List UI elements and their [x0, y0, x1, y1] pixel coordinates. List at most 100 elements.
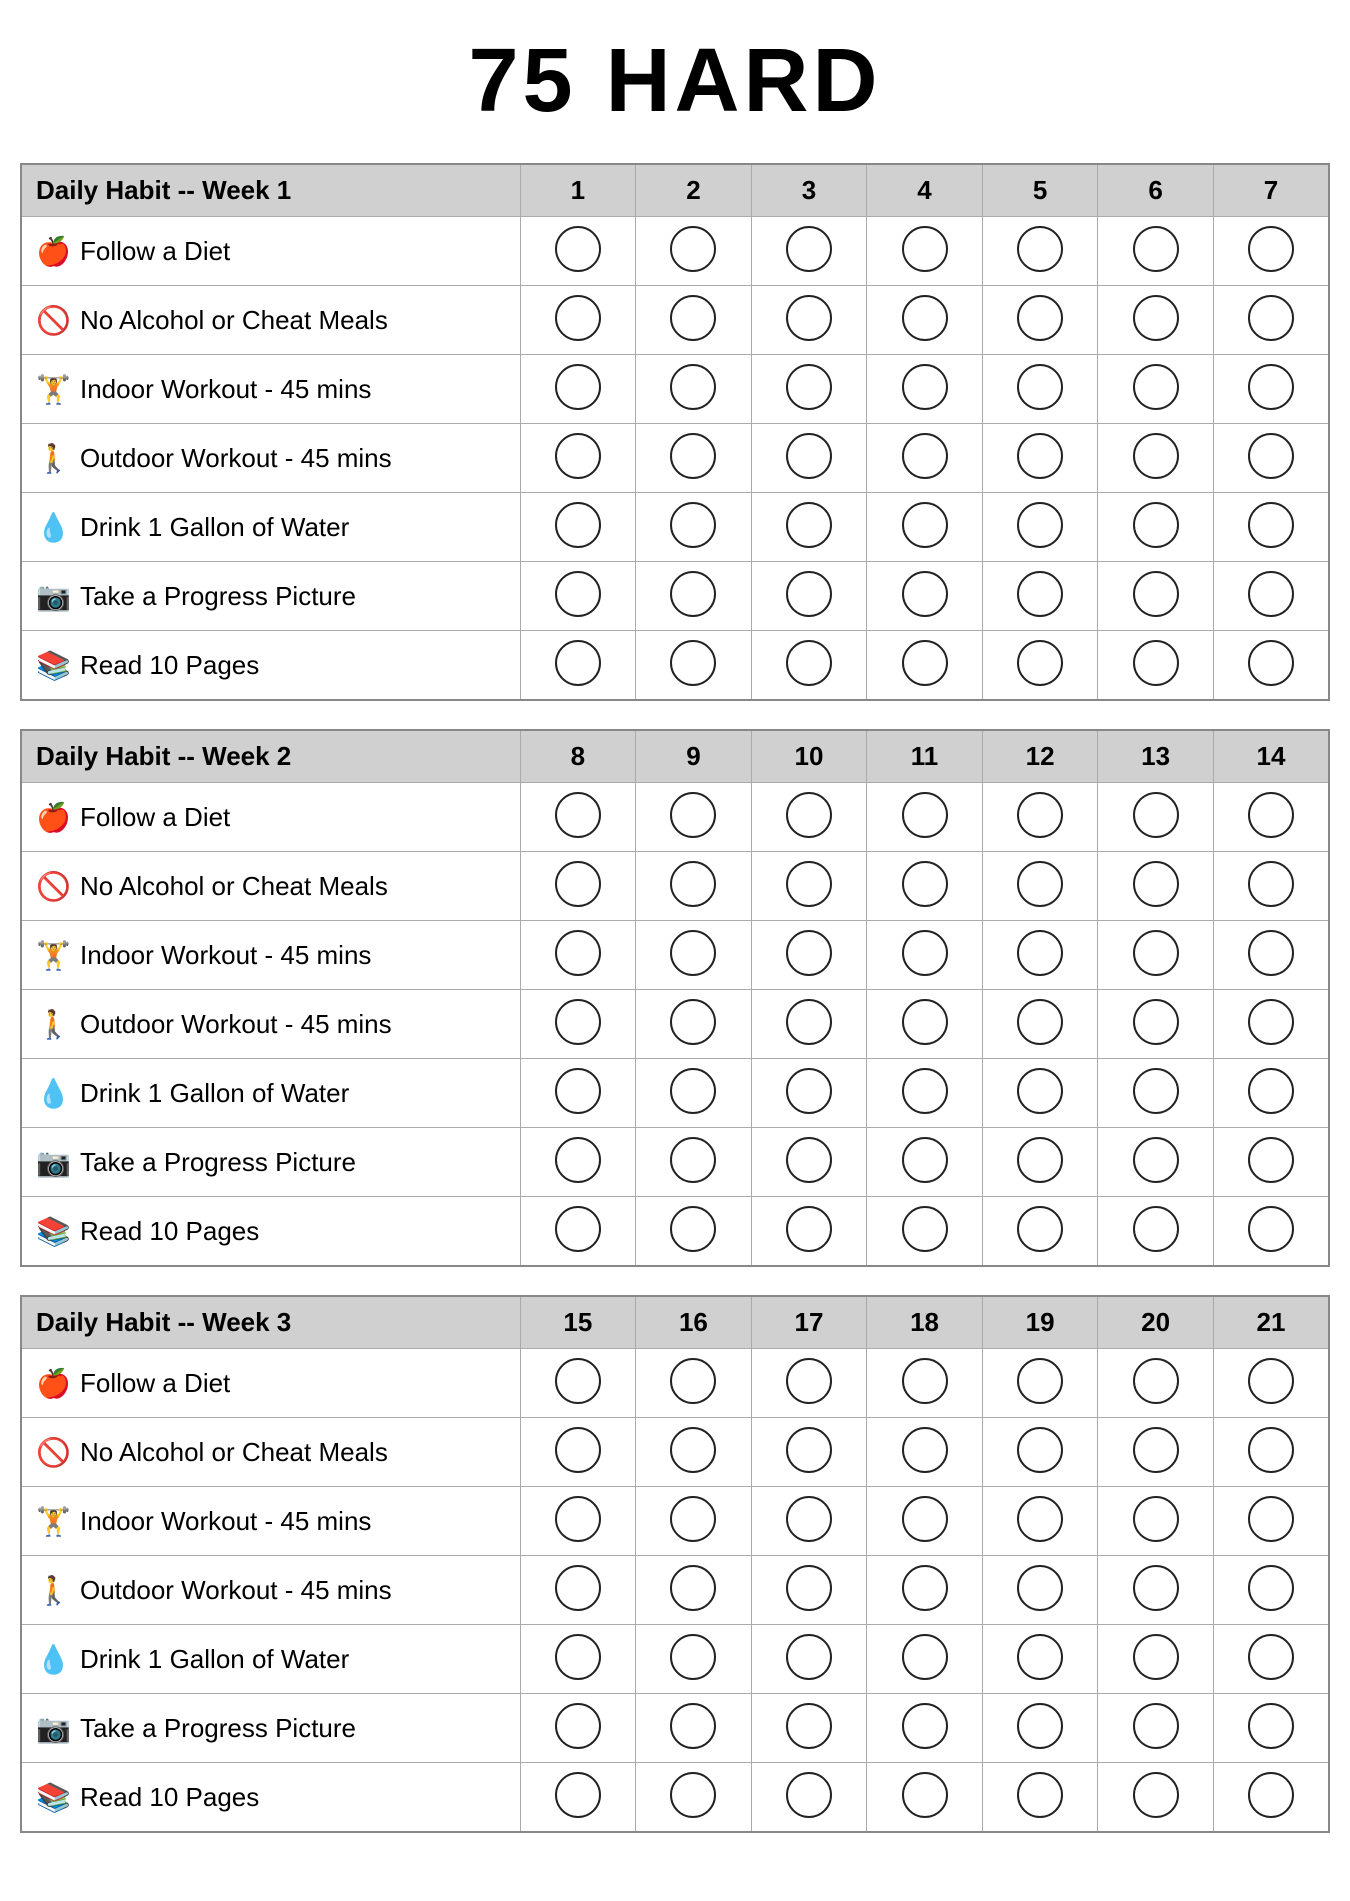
- check-week1-day3-habit4[interactable]: [751, 424, 867, 493]
- checkbox-circle[interactable]: [1017, 1565, 1063, 1611]
- checkbox-circle[interactable]: [1133, 295, 1179, 341]
- check-week2-day11-habit3[interactable]: [867, 921, 983, 990]
- check-week3-day16-habit5[interactable]: [636, 1625, 752, 1694]
- check-week3-day16-habit7[interactable]: [636, 1763, 752, 1833]
- checkbox-circle[interactable]: [1133, 433, 1179, 479]
- check-week3-day19-habit5[interactable]: [982, 1625, 1098, 1694]
- check-week3-day20-habit3[interactable]: [1098, 1487, 1214, 1556]
- check-week3-day15-habit2[interactable]: [520, 1418, 636, 1487]
- checkbox-circle[interactable]: [1248, 226, 1294, 272]
- checkbox-circle[interactable]: [902, 1427, 948, 1473]
- check-week3-day18-habit3[interactable]: [867, 1487, 983, 1556]
- check-week1-day3-habit1[interactable]: [751, 217, 867, 286]
- checkbox-circle[interactable]: [670, 1137, 716, 1183]
- checkbox-circle[interactable]: [786, 1427, 832, 1473]
- check-week2-day14-habit3[interactable]: [1213, 921, 1329, 990]
- checkbox-circle[interactable]: [1017, 930, 1063, 976]
- checkbox-circle[interactable]: [555, 1137, 601, 1183]
- checkbox-circle[interactable]: [1017, 502, 1063, 548]
- check-week2-day12-habit2[interactable]: [982, 852, 1098, 921]
- check-week2-day14-habit2[interactable]: [1213, 852, 1329, 921]
- checkbox-circle[interactable]: [1017, 433, 1063, 479]
- checkbox-circle[interactable]: [786, 861, 832, 907]
- checkbox-circle[interactable]: [1133, 364, 1179, 410]
- checkbox-circle[interactable]: [786, 502, 832, 548]
- checkbox-circle[interactable]: [1133, 1496, 1179, 1542]
- check-week3-day19-habit4[interactable]: [982, 1556, 1098, 1625]
- check-week2-day14-habit1[interactable]: [1213, 783, 1329, 852]
- checkbox-circle[interactable]: [1017, 1358, 1063, 1404]
- checkbox-circle[interactable]: [902, 861, 948, 907]
- checkbox-circle[interactable]: [1017, 999, 1063, 1045]
- check-week3-day16-habit4[interactable]: [636, 1556, 752, 1625]
- checkbox-circle[interactable]: [555, 226, 601, 272]
- checkbox-circle[interactable]: [1248, 1206, 1294, 1252]
- checkbox-circle[interactable]: [1133, 1772, 1179, 1818]
- check-week3-day20-habit7[interactable]: [1098, 1763, 1214, 1833]
- check-week1-day4-habit1[interactable]: [867, 217, 983, 286]
- check-week1-day3-habit3[interactable]: [751, 355, 867, 424]
- check-week2-day9-habit7[interactable]: [636, 1197, 752, 1267]
- checkbox-circle[interactable]: [1248, 1137, 1294, 1183]
- checkbox-circle[interactable]: [1017, 1703, 1063, 1749]
- checkbox-circle[interactable]: [786, 1634, 832, 1680]
- check-week3-day15-habit3[interactable]: [520, 1487, 636, 1556]
- check-week2-day12-habit6[interactable]: [982, 1128, 1098, 1197]
- checkbox-circle[interactable]: [902, 1565, 948, 1611]
- checkbox-circle[interactable]: [670, 1358, 716, 1404]
- checkbox-circle[interactable]: [1017, 1206, 1063, 1252]
- check-week2-day8-habit1[interactable]: [520, 783, 636, 852]
- check-week1-day6-habit2[interactable]: [1098, 286, 1214, 355]
- check-week3-day15-habit7[interactable]: [520, 1763, 636, 1833]
- checkbox-circle[interactable]: [670, 1703, 716, 1749]
- check-week1-day5-habit7[interactable]: [982, 631, 1098, 701]
- checkbox-circle[interactable]: [786, 1068, 832, 1114]
- check-week2-day9-habit4[interactable]: [636, 990, 752, 1059]
- checkbox-circle[interactable]: [670, 1068, 716, 1114]
- check-week1-day6-habit7[interactable]: [1098, 631, 1214, 701]
- check-week1-day5-habit4[interactable]: [982, 424, 1098, 493]
- check-week2-day9-habit6[interactable]: [636, 1128, 752, 1197]
- check-week1-day6-habit6[interactable]: [1098, 562, 1214, 631]
- check-week1-day5-habit3[interactable]: [982, 355, 1098, 424]
- checkbox-circle[interactable]: [1248, 1565, 1294, 1611]
- check-week2-day8-habit7[interactable]: [520, 1197, 636, 1267]
- checkbox-circle[interactable]: [902, 1772, 948, 1818]
- check-week2-day14-habit4[interactable]: [1213, 990, 1329, 1059]
- checkbox-circle[interactable]: [555, 433, 601, 479]
- check-week2-day8-habit5[interactable]: [520, 1059, 636, 1128]
- checkbox-circle[interactable]: [1248, 1068, 1294, 1114]
- checkbox-circle[interactable]: [555, 1565, 601, 1611]
- checkbox-circle[interactable]: [1133, 226, 1179, 272]
- check-week1-day2-habit4[interactable]: [636, 424, 752, 493]
- check-week3-day21-habit3[interactable]: [1213, 1487, 1329, 1556]
- checkbox-circle[interactable]: [670, 433, 716, 479]
- check-week3-day21-habit7[interactable]: [1213, 1763, 1329, 1833]
- checkbox-circle[interactable]: [1133, 1427, 1179, 1473]
- check-week1-day2-habit5[interactable]: [636, 493, 752, 562]
- checkbox-circle[interactable]: [670, 295, 716, 341]
- check-week1-day3-habit7[interactable]: [751, 631, 867, 701]
- checkbox-circle[interactable]: [786, 226, 832, 272]
- checkbox-circle[interactable]: [1133, 861, 1179, 907]
- check-week1-day5-habit5[interactable]: [982, 493, 1098, 562]
- checkbox-circle[interactable]: [786, 930, 832, 976]
- check-week1-day4-habit3[interactable]: [867, 355, 983, 424]
- check-week2-day11-habit5[interactable]: [867, 1059, 983, 1128]
- checkbox-circle[interactable]: [555, 1496, 601, 1542]
- check-week3-day20-habit2[interactable]: [1098, 1418, 1214, 1487]
- checkbox-circle[interactable]: [670, 571, 716, 617]
- checkbox-circle[interactable]: [1017, 571, 1063, 617]
- checkbox-circle[interactable]: [555, 1634, 601, 1680]
- checkbox-circle[interactable]: [555, 640, 601, 686]
- checkbox-circle[interactable]: [555, 1068, 601, 1114]
- check-week3-day16-habit1[interactable]: [636, 1349, 752, 1418]
- check-week3-day18-habit2[interactable]: [867, 1418, 983, 1487]
- check-week2-day9-habit1[interactable]: [636, 783, 752, 852]
- check-week2-day12-habit1[interactable]: [982, 783, 1098, 852]
- checkbox-circle[interactable]: [902, 502, 948, 548]
- check-week2-day8-habit4[interactable]: [520, 990, 636, 1059]
- checkbox-circle[interactable]: [670, 364, 716, 410]
- check-week2-day11-habit4[interactable]: [867, 990, 983, 1059]
- checkbox-circle[interactable]: [786, 433, 832, 479]
